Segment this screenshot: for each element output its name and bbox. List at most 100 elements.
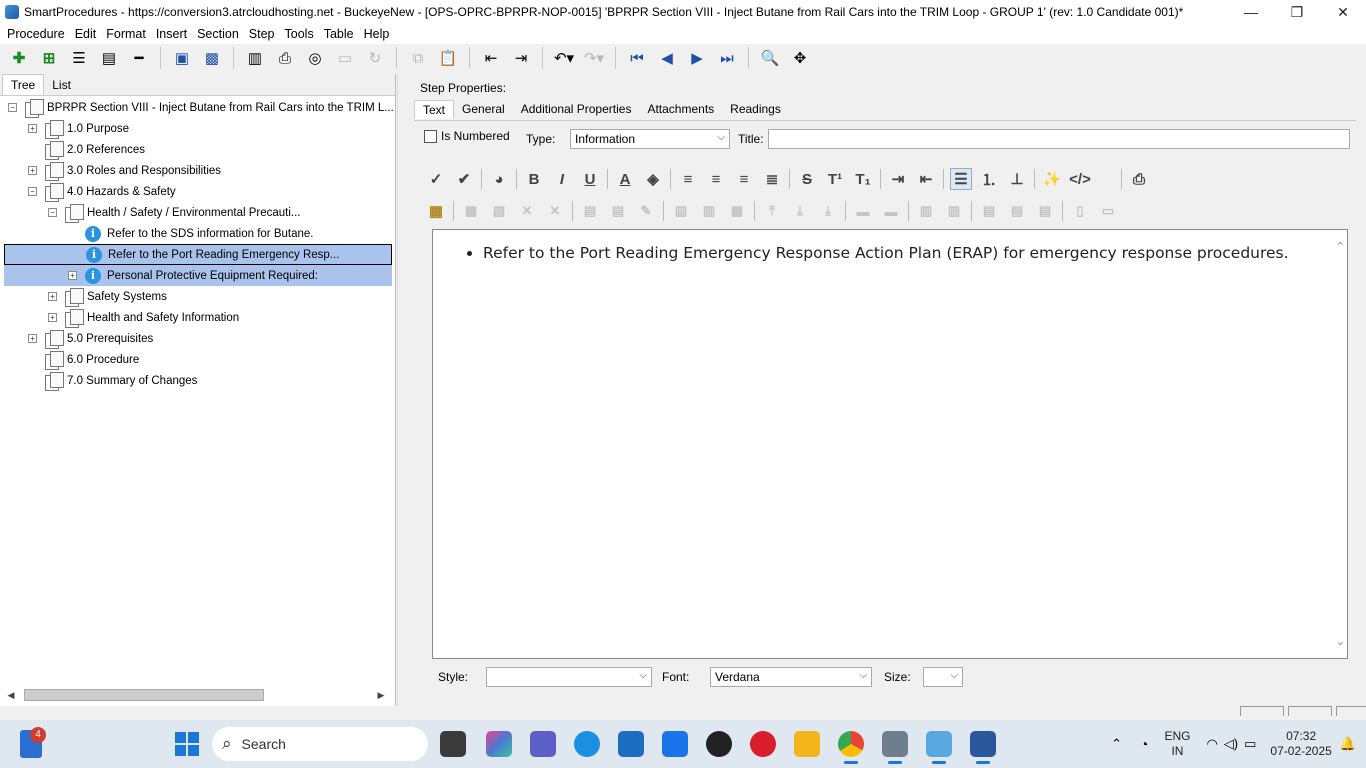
align-middle-icon[interactable]: ▤	[1006, 200, 1028, 222]
merge-cells-icon[interactable]: ▦	[726, 200, 748, 222]
align-top-icon[interactable]: ▤	[978, 200, 1000, 222]
tab-text[interactable]: Text	[414, 100, 455, 119]
insert-col-icon[interactable]: ▥	[915, 200, 937, 222]
undo-icon[interactable]: ↶▾	[553, 47, 575, 69]
volume-icon[interactable]: ◁)	[1224, 736, 1238, 752]
subscript-icon[interactable]: T₁	[852, 168, 874, 190]
remove-icon[interactable]: ━	[128, 47, 150, 69]
copy-icon[interactable]: ⧉	[407, 47, 429, 69]
insert-row-icon[interactable]: ▤	[579, 200, 601, 222]
cell-props-icon[interactable]: ▧	[488, 200, 510, 222]
tree-node-summary[interactable]: 7.0 Summary of Changes	[28, 370, 197, 391]
delete-row-icon[interactable]: ⤓	[817, 200, 839, 222]
tab-tree[interactable]: Tree	[2, 74, 45, 95]
start-button[interactable]	[175, 732, 199, 756]
tree-node-ppe[interactable]: + i Personal Protective Equipment Requir…	[4, 265, 392, 286]
menu-table[interactable]: Table	[319, 27, 359, 41]
delete-col-icon[interactable]: ▥	[943, 200, 965, 222]
tree-node-prerequisites[interactable]: + 5.0 Prerequisites	[28, 328, 153, 349]
add-icon[interactable]: ✚	[8, 47, 30, 69]
terminal-app-icon[interactable]	[440, 731, 466, 757]
italic-icon[interactable]: I	[551, 168, 573, 190]
tab-attachments[interactable]: Attachments	[639, 100, 722, 119]
add-child-icon[interactable]: ⊞	[38, 47, 60, 69]
redo-icon[interactable]: ↷▾	[583, 47, 605, 69]
first-icon[interactable]: ⏮	[626, 47, 648, 69]
word-app-icon[interactable]	[970, 731, 996, 764]
tree-node-safety-systems[interactable]: + Safety Systems	[48, 286, 167, 307]
fill-color-icon[interactable]: ◈	[642, 168, 664, 190]
row-below-icon[interactable]: ⤓	[789, 200, 811, 222]
print-icon[interactable]: ⎙	[274, 47, 296, 69]
align-left-icon[interactable]: ≡	[677, 168, 699, 190]
tab-readings[interactable]: Readings	[722, 100, 789, 119]
print-preview-icon[interactable]: ⎙	[1128, 168, 1150, 190]
spellcheck-icon[interactable]: ✓	[425, 168, 447, 190]
scroll-thumb[interactable]	[24, 689, 264, 701]
tree-node-references[interactable]: 2.0 References	[28, 139, 145, 160]
row-props-icon[interactable]: ▤	[607, 200, 629, 222]
tree-node-root[interactable]: − BPRPR Section VIII - Inject Butane fro…	[8, 97, 394, 118]
menu-help[interactable]: Help	[359, 27, 395, 41]
rich-text-editor[interactable]: Refer to the Port Reading Emergency Resp…	[432, 229, 1348, 659]
expand-toggle-icon[interactable]: +	[48, 292, 57, 301]
expand-icon[interactable]: ▤	[98, 47, 120, 69]
font-select[interactable]: Verdana ⌵	[710, 667, 872, 687]
expand-toggle-icon[interactable]: +	[28, 166, 37, 175]
size-select[interactable]: ⌵	[923, 667, 963, 687]
wifi-icon[interactable]: ◠	[1206, 736, 1217, 752]
redo-disabled-icon[interactable]: ↻	[364, 47, 386, 69]
store-app-icon[interactable]	[618, 731, 644, 757]
taskbar-search[interactable]: ⌕ Search	[212, 727, 428, 761]
tree-node-hse-precautions[interactable]: − Health / Safety / Environmental Precau…	[48, 202, 301, 223]
restore-button[interactable]: ❐	[1274, 0, 1320, 24]
tab-additional-properties[interactable]: Additional Properties	[513, 100, 640, 119]
bold-icon[interactable]: B	[523, 168, 545, 190]
pane-splitter[interactable]	[397, 74, 404, 706]
align-bottom-icon[interactable]: ▤	[1034, 200, 1056, 222]
edge-app-icon[interactable]	[574, 731, 600, 757]
edit-cell-icon[interactable]: ✎	[635, 200, 657, 222]
title-input[interactable]	[768, 129, 1350, 149]
expand-toggle-icon[interactable]: +	[68, 271, 77, 280]
chevron-up-icon[interactable]: ⌃	[1111, 736, 1122, 752]
menu-format[interactable]: Format	[101, 27, 151, 41]
style-select[interactable]: ⌵	[486, 667, 652, 687]
numbered-list-icon[interactable]: ⒈	[978, 168, 1000, 190]
tab-general[interactable]: General	[454, 100, 513, 119]
type-select[interactable]: Information ⌵	[570, 129, 730, 149]
underline-icon[interactable]: U	[579, 168, 601, 190]
is-numbered-row[interactable]: Is Numbered	[424, 129, 510, 143]
row-height-icon[interactable]: ▭	[1097, 200, 1119, 222]
html-source-icon[interactable]: </>	[1069, 168, 1091, 190]
delete-table-icon[interactable]: ✕	[516, 200, 538, 222]
collapse-toggle-icon[interactable]: −	[48, 208, 57, 217]
font-color-icon[interactable]: A	[614, 168, 636, 190]
horizontal-scrollbar[interactable]: ◀ ▶	[4, 688, 388, 702]
opera-app-icon[interactable]	[750, 731, 776, 757]
paste-icon[interactable]: 📋	[437, 47, 459, 69]
tree-node-hazards[interactable]: − 4.0 Hazards & Safety	[28, 181, 176, 202]
save-icon[interactable]: ▩	[201, 47, 223, 69]
row-above-icon[interactable]: ⤒	[761, 200, 783, 222]
table-props-icon[interactable]: ▦	[460, 200, 482, 222]
publish-icon[interactable]: ▥	[244, 47, 266, 69]
col-right-icon[interactable]: ▥	[698, 200, 720, 222]
is-numbered-checkbox[interactable]	[424, 129, 437, 143]
outdent-icon[interactable]: ⇤	[480, 47, 502, 69]
tree-node-procedure[interactable]: 6.0 Procedure	[28, 349, 139, 370]
vertical-scrollbar[interactable]: ⌃ ⌄	[1333, 230, 1347, 658]
spellcheck-all-icon[interactable]: ✔	[453, 168, 475, 190]
find-icon[interactable]: 🔍	[759, 47, 781, 69]
collapse-icon[interactable]: ☰	[68, 47, 90, 69]
bullet-list-icon[interactable]: ☰	[950, 168, 972, 190]
horizontal-rule-icon[interactable]: ⊥	[1006, 168, 1028, 190]
bullet-item[interactable]: Refer to the Port Reading Emergency Resp…	[483, 244, 1323, 262]
next-icon[interactable]: ▶	[686, 47, 708, 69]
menu-edit[interactable]: Edit	[70, 27, 102, 41]
indent-icon[interactable]: ⇥	[510, 47, 532, 69]
expand-toggle-icon[interactable]: +	[28, 334, 37, 343]
highlight-icon[interactable]: ◕	[488, 168, 510, 190]
tab-list[interactable]: List	[44, 75, 79, 95]
teams-app-icon[interactable]	[530, 731, 556, 757]
